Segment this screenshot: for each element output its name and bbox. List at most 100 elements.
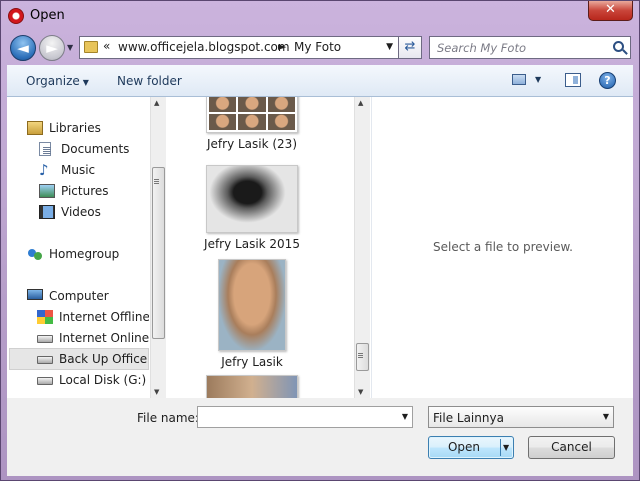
breadcrumb-segment[interactable]: My Foto xyxy=(294,40,341,54)
window-title: Open xyxy=(30,8,65,23)
file-type-value: File Lainnya xyxy=(433,411,504,425)
back-button[interactable]: ◄ xyxy=(10,35,36,61)
close-button[interactable]: ✕ xyxy=(588,1,633,21)
file-name: Jefry Lasik xyxy=(221,355,283,369)
grip-icon xyxy=(358,353,363,354)
cancel-button[interactable]: Cancel xyxy=(528,436,615,459)
drive-icon xyxy=(37,356,53,364)
file-list-scrollbar[interactable]: ▲ ▼ xyxy=(354,97,370,398)
address-overflow-chevron[interactable]: « xyxy=(103,39,110,53)
windows-drive-icon xyxy=(37,310,53,324)
file-name: Jefry Lasik (23) xyxy=(206,137,298,151)
portrait-thumbnail xyxy=(218,259,286,351)
split-divider xyxy=(500,439,501,456)
sidebar-item-internet-offline[interactable]: Internet Offline ( xyxy=(37,307,149,327)
sidebar-item-back-up-office[interactable]: Back Up Office Je xyxy=(37,349,149,369)
file-list: Jefry Lasik (23) Jefry Lasik 2015 Jefry … xyxy=(167,97,354,398)
chevron-down-icon: ▼ xyxy=(602,412,609,421)
drive-icon xyxy=(37,335,53,343)
address-bar[interactable]: « www.officejela.blogspot.com ► My Foto … xyxy=(79,36,399,59)
sidebar-item-internet-online[interactable]: Internet Online (I xyxy=(37,328,149,348)
photo-thumbnail xyxy=(206,165,298,233)
scrollbar-thumb[interactable] xyxy=(152,167,165,339)
search-icon[interactable] xyxy=(613,41,624,52)
sidebar-item-libraries[interactable]: Libraries xyxy=(27,118,149,138)
preview-pane: Select a file to preview. xyxy=(371,97,633,398)
computer-icon xyxy=(27,289,43,300)
recent-locations-dropdown[interactable]: ▼ xyxy=(67,43,73,52)
grip-icon xyxy=(154,179,159,180)
sidebar-item-label: Libraries xyxy=(49,121,101,135)
change-view-icon[interactable] xyxy=(512,74,526,85)
sidebar-item-label: Homegroup xyxy=(49,247,120,261)
breadcrumb-segment[interactable]: www.officejela.blogspot.com xyxy=(118,40,290,54)
open-file-dialog: Open ✕ ◄ ► ▼ « www.officejela.blogspot.c… xyxy=(0,0,640,481)
sidebar-item-label: Back Up Office Je xyxy=(59,352,149,366)
file-item-jefry-lasik[interactable]: Jefry Lasik xyxy=(177,259,327,369)
opera-icon xyxy=(8,8,24,24)
chevron-down-icon: ▼ xyxy=(82,78,89,87)
sidebar-item-homegroup[interactable]: Homegroup xyxy=(27,244,149,264)
sidebar-item-local-disk-g[interactable]: Local Disk (G:) xyxy=(37,370,149,390)
breadcrumb-separator-icon[interactable]: ► xyxy=(278,40,286,53)
sidebar-item-label: Pictures xyxy=(61,184,109,198)
sidebar-item-label: Internet Online (I xyxy=(59,331,149,345)
organize-button[interactable]: Organize ▼ xyxy=(26,74,89,88)
content-area: Libraries Documents ♪ Music Pictures Vid… xyxy=(7,97,633,398)
file-name-field[interactable]: ▼ xyxy=(197,406,413,428)
drive-icon xyxy=(37,377,53,385)
refresh-button[interactable]: ⇄ xyxy=(398,36,422,59)
help-icon[interactable]: ? xyxy=(599,72,616,89)
navigation-pane: Libraries Documents ♪ Music Pictures Vid… xyxy=(7,97,167,398)
file-item-partial[interactable] xyxy=(177,375,327,398)
sidebar-item-documents[interactable]: Documents xyxy=(39,139,149,159)
scroll-down-icon[interactable]: ▼ xyxy=(358,388,363,396)
open-button-label: Open xyxy=(447,440,481,454)
navigation-bar: ◄ ► ▼ « www.officejela.blogspot.com ► My… xyxy=(1,31,639,63)
scroll-up-icon[interactable]: ▲ xyxy=(358,99,363,107)
view-options-dropdown[interactable]: ▼ xyxy=(535,75,541,84)
chevron-down-icon[interactable]: ▼ xyxy=(402,412,408,421)
scroll-down-icon[interactable]: ▼ xyxy=(154,388,159,396)
sidebar-item-label: Local Disk (G:) xyxy=(59,373,147,387)
file-item-jefry-lasik-23[interactable]: Jefry Lasik (23) xyxy=(177,97,327,151)
sidebar-item-label: Videos xyxy=(61,205,101,219)
new-folder-button[interactable]: New folder xyxy=(117,74,182,88)
sidebar-item-label: Documents xyxy=(61,142,130,156)
scrollbar-thumb[interactable] xyxy=(356,343,369,371)
folder-icon xyxy=(84,41,98,53)
library-icon xyxy=(27,121,43,135)
file-name: Jefry Lasik 2015 xyxy=(204,237,300,251)
file-item-jefry-lasik-2015[interactable]: Jefry Lasik 2015 xyxy=(177,165,327,251)
photo-thumbnail xyxy=(206,375,298,398)
organize-label: Organize xyxy=(26,74,80,88)
sidebar-item-label: Internet Offline ( xyxy=(59,310,149,324)
sidebar-item-computer[interactable]: Computer xyxy=(27,286,149,306)
documents-icon xyxy=(39,142,51,156)
sidebar-item-music[interactable]: ♪ Music xyxy=(39,160,149,180)
dialog-footer: File name: ▼ File Lainnya ▼ Open ▼ Cance… xyxy=(7,398,633,476)
sidebar-item-pictures[interactable]: Pictures xyxy=(39,181,149,201)
forward-button[interactable]: ► xyxy=(39,35,65,61)
preview-message: Select a file to preview. xyxy=(433,240,573,254)
sidebar-item-label: Music xyxy=(61,163,96,177)
command-toolbar: Organize ▼ New folder ▼ ? xyxy=(7,65,633,97)
pictures-icon xyxy=(39,184,55,198)
open-button[interactable]: Open ▼ xyxy=(428,436,514,459)
sidebar-item-videos[interactable]: Videos xyxy=(39,202,149,222)
open-options-dropdown[interactable]: ▼ xyxy=(503,437,509,458)
collage-thumbnail xyxy=(206,97,298,133)
preview-pane-icon[interactable] xyxy=(565,73,581,87)
file-name-label: File name: xyxy=(137,411,199,425)
sidebar-item-label: Computer xyxy=(49,289,109,303)
search-input[interactable]: Search My Foto xyxy=(429,36,631,59)
title-bar[interactable]: Open ✕ xyxy=(1,1,639,31)
file-type-select[interactable]: File Lainnya ▼ xyxy=(428,406,614,428)
address-dropdown-icon[interactable]: ▼ xyxy=(386,42,393,52)
music-icon: ♪ xyxy=(39,161,49,179)
navigation-scrollbar[interactable]: ▲ ▼ xyxy=(150,97,166,398)
search-placeholder: Search My Foto xyxy=(437,41,526,55)
homegroup-icon xyxy=(27,247,43,261)
videos-icon xyxy=(39,205,55,219)
scroll-up-icon[interactable]: ▲ xyxy=(154,99,159,107)
